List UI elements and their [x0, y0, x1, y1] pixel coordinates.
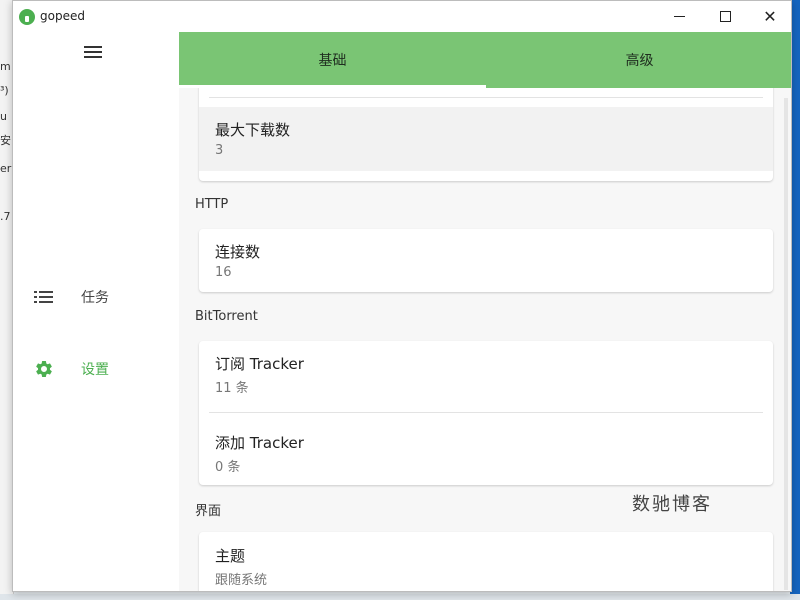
background-text: er — [0, 162, 12, 175]
desktop-background-bottom — [0, 594, 800, 600]
tab-label: 基础 — [318, 53, 347, 69]
settings-tabs: 基础 高级 — [179, 32, 791, 88]
background-text: u — [0, 110, 7, 123]
setting-add-tracker[interactable]: 添加 Tracker 0 条 — [199, 413, 773, 485]
setting-title: 主题 — [215, 547, 246, 565]
gear-icon — [34, 359, 54, 379]
section-label-ui: 界面 — [195, 504, 222, 519]
setting-theme[interactable]: 主题 跟随系统 — [199, 532, 773, 591]
settings-card-general: 最大下载数 3 — [199, 88, 773, 181]
section-label-bittorrent: BitTorrent — [195, 309, 258, 324]
setting-connections[interactable]: 连接数 16 — [199, 229, 773, 292]
watermark-text: 数驰博客 — [632, 494, 712, 515]
gopeed-logo-icon — [19, 9, 35, 25]
divider — [209, 97, 763, 98]
tab-advanced[interactable]: 高级 — [486, 32, 791, 88]
list-icon — [34, 287, 54, 307]
sidebar: 任务 设置 — [13, 32, 179, 591]
tab-label: 高级 — [625, 53, 654, 69]
sidebar-item-tasks[interactable]: 任务 — [13, 277, 179, 317]
section-label-http: HTTP — [195, 197, 229, 212]
content-scrollbar[interactable] — [784, 98, 788, 590]
minimize-icon — [673, 16, 685, 17]
setting-value: 3 — [215, 143, 224, 158]
close-button[interactable]: ✕ — [747, 1, 791, 32]
settings-card-http: 连接数 16 — [199, 229, 773, 292]
setting-value: 11 条 — [215, 381, 249, 396]
settings-card-bittorrent: 订阅 Tracker 11 条 添加 Tracker 0 条 — [199, 341, 773, 485]
minimize-button[interactable] — [656, 1, 702, 32]
setting-value: 0 条 — [215, 460, 241, 475]
setting-title: 最大下载数 — [215, 121, 291, 139]
settings-card-ui: 主题 跟随系统 — [199, 532, 773, 591]
setting-subscribe-tracker[interactable]: 订阅 Tracker 11 条 — [199, 341, 773, 412]
setting-max-downloads[interactable]: 最大下载数 3 — [199, 107, 773, 171]
setting-value: 跟随系统 — [215, 573, 268, 588]
window-title: gopeed — [40, 9, 85, 23]
setting-value: 16 — [215, 265, 232, 280]
sidebar-item-label: 任务 — [81, 290, 109, 306]
close-icon: ✕ — [763, 7, 777, 26]
background-text: .7 — [0, 210, 11, 223]
title-bar[interactable]: gopeed ✕ — [13, 1, 791, 32]
setting-title: 添加 Tracker — [215, 434, 304, 452]
background-text: m — [0, 60, 11, 73]
maximize-icon — [719, 11, 731, 22]
tab-basic[interactable]: 基础 — [179, 32, 486, 88]
background-text: 安 — [0, 134, 11, 147]
setting-title: 连接数 — [215, 243, 261, 261]
sidebar-item-label: 设置 — [81, 362, 109, 378]
hamburger-menu-icon[interactable] — [83, 44, 103, 60]
settings-content: 最大下载数 3 HTTP 连接数 16 BitTorrent 订阅 Tracke… — [179, 88, 791, 591]
background-text: ³) — [0, 84, 9, 97]
maximize-button[interactable] — [702, 1, 748, 32]
setting-title: 订阅 Tracker — [215, 355, 304, 373]
sidebar-item-settings[interactable]: 设置 — [13, 349, 179, 389]
